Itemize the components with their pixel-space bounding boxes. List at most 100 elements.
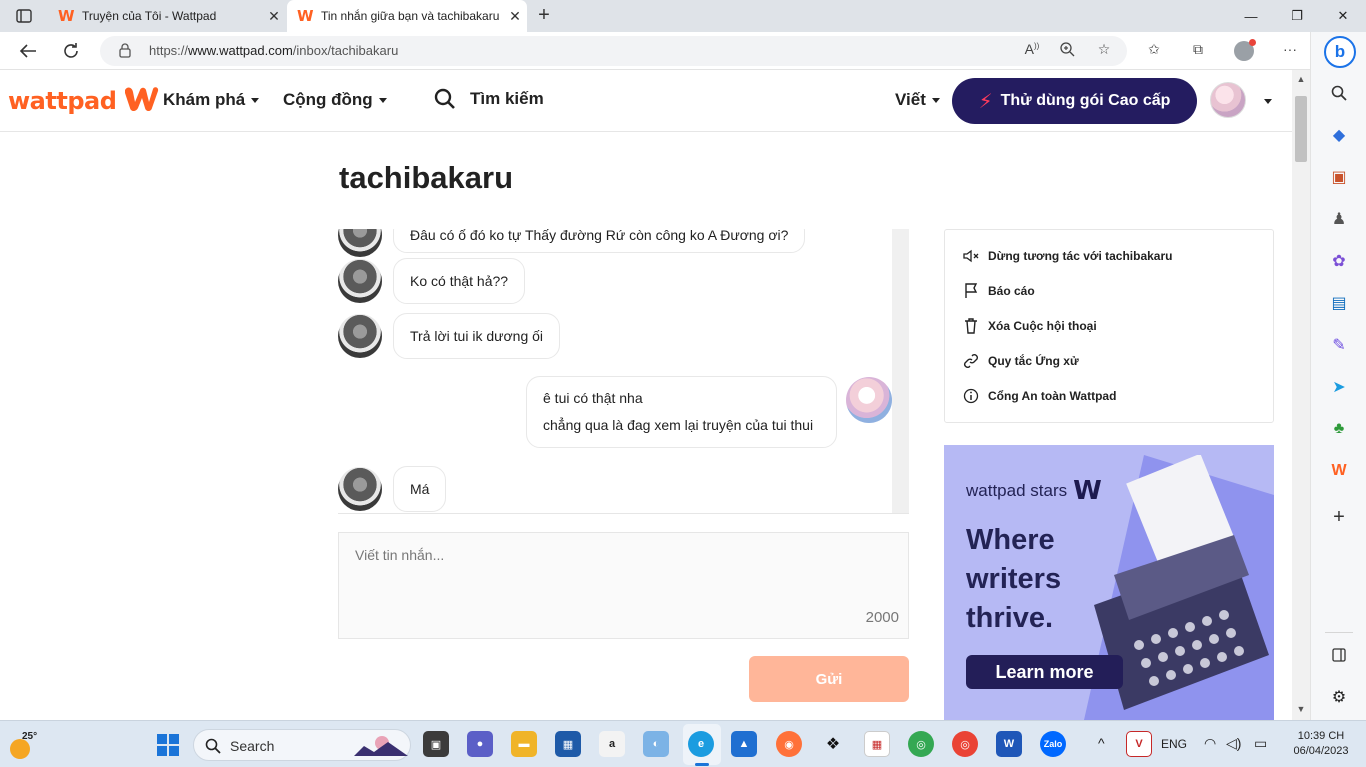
dropbox-icon[interactable]: ❖	[820, 731, 846, 757]
page-title: tachibakaru	[339, 160, 514, 195]
send-button[interactable]: Gửi	[749, 656, 909, 702]
search-button[interactable]: Tìm kiếm	[434, 88, 544, 110]
restore-button[interactable]: ❐	[1274, 0, 1320, 32]
amazon-icon[interactable]: a	[599, 731, 625, 757]
close-icon[interactable]: ✕	[503, 8, 527, 25]
zoom-icon[interactable]	[1056, 41, 1078, 61]
tab-actions-icon[interactable]	[10, 6, 38, 26]
tree-icon[interactable]: ♣	[1328, 418, 1350, 440]
wattpad-stars-ad[interactable]: wattpad stars W Where writers thrive. Lea…	[944, 445, 1274, 720]
report-link[interactable]: Báo cáo	[963, 283, 1035, 299]
tray-overflow-icon[interactable]: ^	[1098, 735, 1105, 751]
chevron-down-icon	[378, 97, 387, 103]
premium-label: Thử dùng gói Cao cấp	[1000, 92, 1171, 109]
avatar[interactable]	[338, 259, 382, 303]
microsoft365-icon[interactable]: ✿	[1328, 250, 1350, 272]
file-explorer-icon[interactable]: ▬	[511, 731, 537, 757]
wattpad-sidebar-icon[interactable]: W	[1328, 460, 1350, 482]
taskbar-search[interactable]: Search	[193, 729, 411, 761]
designer-icon[interactable]: ✎	[1328, 334, 1350, 356]
page-scrollbar[interactable]: ▲ ▼	[1292, 70, 1310, 720]
message-list[interactable]: Đâu có ổ đó ko tự Thấy đường Rứ còn công…	[338, 229, 909, 514]
code-of-conduct-link[interactable]: Quy tắc Ứng xử	[963, 353, 1079, 369]
info-icon	[963, 388, 979, 404]
scrollbar-thumb[interactable]	[1295, 96, 1307, 162]
nav-discover-label: Khám phá	[163, 90, 246, 109]
chevron-down-icon[interactable]	[1264, 99, 1272, 104]
calendar-app-icon[interactable]: ▦	[864, 731, 890, 757]
system-clock[interactable]: 10:39 CH 06/04/2023	[1286, 729, 1356, 759]
collections-icon[interactable]: ⧉	[1187, 41, 1209, 61]
delete-conversation-link[interactable]: Xóa Cuộc hội thoại	[963, 318, 1097, 334]
link-icon	[963, 353, 979, 369]
zalo-icon[interactable]: Zalo	[1040, 731, 1066, 757]
language-indicator[interactable]: ENG	[1161, 737, 1187, 751]
favorites-icon[interactable]: ✩	[1143, 41, 1165, 61]
close-icon[interactable]: ✕	[262, 8, 286, 25]
reload-button[interactable]	[57, 38, 85, 64]
volume-icon[interactable]: ◁)	[1226, 735, 1241, 752]
gear-icon[interactable]: ⚙	[1328, 686, 1350, 708]
more-menu-icon[interactable]: ···	[1279, 41, 1301, 61]
nav-write[interactable]: Viết	[895, 90, 940, 110]
start-icon[interactable]	[157, 734, 179, 756]
browser-app-icon[interactable]: ◐	[643, 731, 669, 757]
scroll-down-icon[interactable]: ▼	[1292, 704, 1310, 714]
new-tab-button[interactable]: +	[534, 4, 554, 26]
avatar[interactable]	[1210, 82, 1246, 118]
nav-discover[interactable]: Khám phá	[163, 90, 260, 110]
tab-inbox[interactable]: W Tin nhắn giữa bạn và tachibakaru ✕	[287, 0, 527, 32]
games-icon[interactable]: ♟	[1328, 208, 1350, 230]
address-bar-row: https://www.wattpad.com/inbox/tachibakar…	[0, 32, 1366, 70]
flag-icon	[963, 283, 979, 299]
tools-icon[interactable]: ▣	[1328, 166, 1350, 188]
task-view-icon[interactable]: ▣	[423, 731, 449, 757]
wattpad-logo[interactable]: wattpad	[8, 84, 162, 118]
bing-icon[interactable]: b	[1324, 36, 1356, 68]
wattpad-favicon-icon: W	[58, 7, 75, 25]
photos-icon[interactable]: ▲	[731, 731, 757, 757]
message-bubble: Ko có thật hả??	[393, 258, 526, 304]
scroll-up-icon[interactable]: ▲	[1292, 74, 1310, 84]
wattpad-header: wattpad Khám phá Cộng đồng Tìm kiếm Viết…	[0, 70, 1292, 132]
search-icon[interactable]	[1328, 82, 1350, 104]
nav-community[interactable]: Cộng đồng	[283, 90, 387, 110]
url-field[interactable]: https://www.wattpad.com/inbox/tachibakar…	[100, 36, 1127, 66]
teams-chat-icon[interactable]: ●	[467, 731, 493, 757]
conversation-options-panel: Dừng tương tác với tachibakaru Báo cáo X…	[944, 229, 1274, 423]
word-icon[interactable]: W	[996, 731, 1022, 757]
microsoft-store-icon[interactable]: ▦	[555, 731, 581, 757]
active-app-indicator	[695, 763, 709, 766]
read-aloud-icon[interactable]: A))	[1021, 41, 1043, 61]
close-window-button[interactable]: ✕	[1320, 0, 1366, 32]
search-icon	[434, 88, 455, 109]
firefox-icon[interactable]: ◉	[776, 731, 802, 757]
wifi-icon[interactable]: ◠	[1204, 735, 1216, 752]
shopping-icon[interactable]: ◆	[1328, 124, 1350, 146]
message-scrollbar[interactable]	[892, 229, 909, 513]
message-input[interactable]: Viết tin nhắn... 2000	[338, 532, 909, 639]
safety-portal-link[interactable]: Cổng An toàn Wattpad	[963, 388, 1116, 404]
chrome-profile-icon[interactable]: ◎	[952, 731, 978, 757]
edge-icon[interactable]: e	[688, 731, 714, 757]
avatar[interactable]	[338, 229, 382, 257]
tab-my-stories[interactable]: W Truyện của Tôi - Wattpad ✕	[48, 0, 286, 32]
add-favorite-icon[interactable]: ☆	[1093, 41, 1115, 61]
learn-more-button[interactable]: Learn more	[966, 655, 1123, 689]
mute-user-link[interactable]: Dừng tương tác với tachibakaru	[963, 248, 1172, 264]
weather-widget[interactable]: 25°	[8, 729, 42, 759]
battery-icon[interactable]: ▭	[1254, 735, 1267, 752]
profile-icon[interactable]	[1234, 39, 1256, 61]
avatar[interactable]	[338, 467, 382, 511]
back-button[interactable]	[14, 38, 42, 64]
antivirus-tray-icon[interactable]: V	[1126, 731, 1152, 757]
avatar[interactable]	[338, 314, 382, 358]
minimize-button[interactable]: —	[1228, 0, 1274, 32]
avatar[interactable]	[846, 377, 892, 423]
add-sidebar-icon[interactable]: +	[1328, 506, 1350, 528]
send-icon[interactable]: ➤	[1328, 376, 1350, 398]
try-premium-button[interactable]: ⚡ Thử dùng gói Cao cấp	[952, 78, 1197, 124]
outlook-icon[interactable]: ▤	[1328, 292, 1350, 314]
split-screen-icon[interactable]	[1328, 644, 1350, 666]
chrome-icon[interactable]: ◎	[908, 731, 934, 757]
